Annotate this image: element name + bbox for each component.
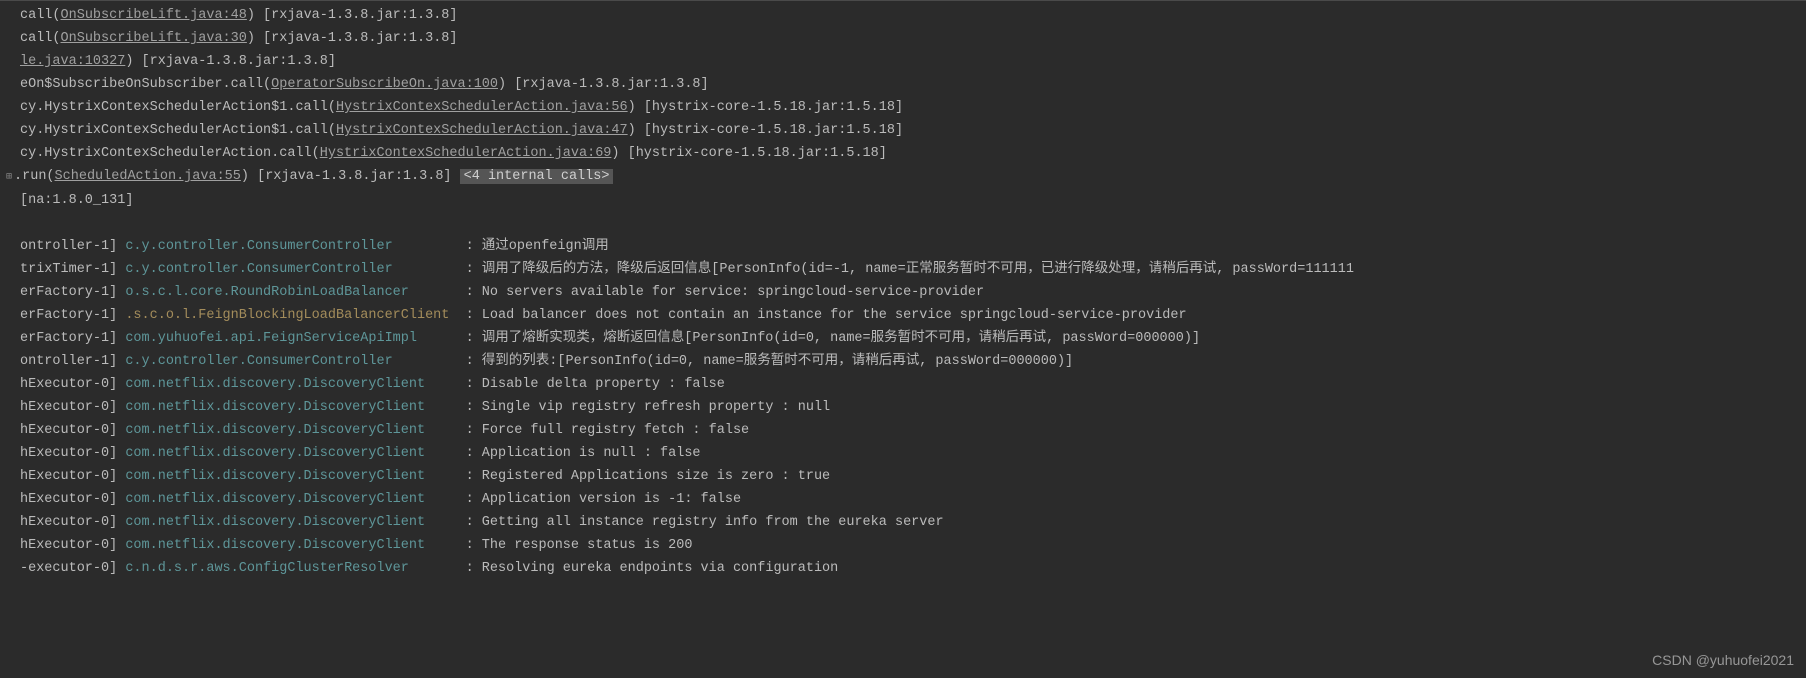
separator: : <box>466 377 482 392</box>
log-message: 调用了熔断实现类，熔断返回信息[PersonInfo(id=0, name=服务… <box>482 331 1200 346</box>
separator: : <box>466 561 482 576</box>
source-link[interactable]: OnSubscribeLift.java:48 <box>61 8 247 23</box>
thread-name: -executor-0] <box>20 561 125 576</box>
logger-name: c.y.controller.ConsumerController <box>125 354 465 369</box>
logger-name: com.netflix.discovery.DiscoveryClient <box>125 423 465 438</box>
separator: : <box>466 492 482 507</box>
logger-name: com.netflix.discovery.DiscoveryClient <box>125 469 465 484</box>
log-message: Registered Applications size is zero : t… <box>482 469 830 484</box>
logger-name: com.yuhuofei.api.FeignServiceApiImpl <box>125 331 465 346</box>
logger-name: o.s.c.l.core.RoundRobinLoadBalancer <box>125 285 465 300</box>
logger-name: com.netflix.discovery.DiscoveryClient <box>125 538 465 553</box>
logger-name: c.y.controller.ConsumerController <box>125 239 465 254</box>
stack-line: eOn$SubscribeOnSubscriber.call(OperatorS… <box>0 73 1806 96</box>
log-line: hExecutor-0] com.netflix.discovery.Disco… <box>0 419 1806 442</box>
thread-name: trixTimer-1] <box>20 262 125 277</box>
log-message: Resolving eureka endpoints via configura… <box>482 561 838 576</box>
thread-name: hExecutor-0] <box>20 538 125 553</box>
log-line: erFactory-1] o.s.c.l.core.RoundRobinLoad… <box>0 281 1806 304</box>
thread-name: ontroller-1] <box>20 239 125 254</box>
source-link[interactable]: le.java:10327 <box>20 54 125 69</box>
separator: : <box>466 331 482 346</box>
log-message: Load balancer does not contain an instan… <box>482 308 1187 323</box>
source-link[interactable]: ScheduledAction.java:55 <box>55 169 241 184</box>
log-line: -executor-0] c.n.d.s.r.aws.ConfigCluster… <box>0 557 1806 580</box>
log-line: ontroller-1] c.y.controller.ConsumerCont… <box>0 350 1806 373</box>
log-line: hExecutor-0] com.netflix.discovery.Disco… <box>0 465 1806 488</box>
thread-name: hExecutor-0] <box>20 423 125 438</box>
log-line: ontroller-1] c.y.controller.ConsumerCont… <box>0 235 1806 258</box>
log-message: 得到的列表:[PersonInfo(id=0, name=服务暂时不可用，请稍后… <box>482 354 1073 369</box>
log-message: Single vip registry refresh property : n… <box>482 400 830 415</box>
log-message: 调用了降级后的方法，降级后返回信息[PersonInfo(id=-1, name… <box>482 262 1354 277</box>
log-message: Disable delta property : false <box>482 377 725 392</box>
stack-line-collapsed: ⊞.run(ScheduledAction.java:55) [rxjava-1… <box>0 165 1806 189</box>
stack-line: le.java:10327) [rxjava-1.3.8.jar:1.3.8] <box>0 50 1806 73</box>
source-link[interactable]: HystrixContexSchedulerAction.java:56 <box>336 100 628 115</box>
thread-name: hExecutor-0] <box>20 400 125 415</box>
thread-name: erFactory-1] <box>20 285 125 300</box>
source-link[interactable]: HystrixContexSchedulerAction.java:47 <box>336 123 628 138</box>
separator: : <box>466 354 482 369</box>
stack-line: call(OnSubscribeLift.java:30) [rxjava-1.… <box>0 27 1806 50</box>
separator: : <box>466 515 482 530</box>
na-line: [na:1.8.0_131] <box>0 189 1806 212</box>
log-message: Getting all instance registry info from … <box>482 515 944 530</box>
log-line: hExecutor-0] com.netflix.discovery.Disco… <box>0 488 1806 511</box>
log-line: hExecutor-0] com.netflix.discovery.Disco… <box>0 534 1806 557</box>
stack-line: cy.HystrixContexSchedulerAction$1.call(H… <box>0 96 1806 119</box>
logger-name: com.netflix.discovery.DiscoveryClient <box>125 446 465 461</box>
separator: : <box>466 446 482 461</box>
logger-name: c.n.d.s.r.aws.ConfigClusterResolver <box>125 561 465 576</box>
separator: : <box>466 262 482 277</box>
stack-line: call(OnSubscribeLift.java:48) [rxjava-1.… <box>0 4 1806 27</box>
separator: : <box>466 469 482 484</box>
log-line: hExecutor-0] com.netflix.discovery.Disco… <box>0 396 1806 419</box>
separator: : <box>466 308 482 323</box>
log-line: hExecutor-0] com.netflix.discovery.Disco… <box>0 511 1806 534</box>
logger-name: com.netflix.discovery.DiscoveryClient <box>125 377 465 392</box>
thread-name: erFactory-1] <box>20 308 125 323</box>
source-link[interactable]: OperatorSubscribeOn.java:100 <box>271 77 498 92</box>
internal-calls-badge[interactable]: <4 internal calls> <box>460 169 614 184</box>
separator: : <box>466 285 482 300</box>
log-line: hExecutor-0] com.netflix.discovery.Disco… <box>0 373 1806 396</box>
csdn-watermark: CSDN @yuhuofei2021 <box>1652 649 1794 672</box>
log-message: Application is null : false <box>482 446 701 461</box>
logger-name: c.y.controller.ConsumerController <box>125 262 465 277</box>
log-line: erFactory-1] com.yuhuofei.api.FeignServi… <box>0 327 1806 350</box>
log-message: Application version is -1: false <box>482 492 741 507</box>
stack-line: cy.HystrixContexSchedulerAction.call(Hys… <box>0 142 1806 165</box>
thread-name: hExecutor-0] <box>20 515 125 530</box>
log-message: No servers available for service: spring… <box>482 285 984 300</box>
separator: : <box>466 423 482 438</box>
separator: : <box>466 239 482 254</box>
thread-name: hExecutor-0] <box>20 469 125 484</box>
source-link[interactable]: OnSubscribeLift.java:30 <box>61 31 247 46</box>
separator: : <box>466 400 482 415</box>
logger-name: com.netflix.discovery.DiscoveryClient <box>125 492 465 507</box>
log-line: trixTimer-1] c.y.controller.ConsumerCont… <box>0 258 1806 281</box>
thread-name: ontroller-1] <box>20 354 125 369</box>
logger-name: .s.c.o.l.FeignBlockingLoadBalancerClient <box>125 308 465 323</box>
separator: : <box>466 538 482 553</box>
logger-name: com.netflix.discovery.DiscoveryClient <box>125 400 465 415</box>
thread-name: hExecutor-0] <box>20 377 125 392</box>
stack-line: cy.HystrixContexSchedulerAction$1.call(H… <box>0 119 1806 142</box>
log-message: 通过openfeign调用 <box>482 239 609 254</box>
source-link[interactable]: HystrixContexSchedulerAction.java:69 <box>320 146 612 161</box>
blank-line <box>0 212 1806 235</box>
console-output: call(OnSubscribeLift.java:48) [rxjava-1.… <box>0 1 1806 580</box>
log-message: Force full registry fetch : false <box>482 423 749 438</box>
log-line: hExecutor-0] com.netflix.discovery.Disco… <box>0 442 1806 465</box>
log-line: erFactory-1] .s.c.o.l.FeignBlockingLoadB… <box>0 304 1806 327</box>
thread-name: erFactory-1] <box>20 331 125 346</box>
logger-name: com.netflix.discovery.DiscoveryClient <box>125 515 465 530</box>
thread-name: hExecutor-0] <box>20 446 125 461</box>
expand-icon[interactable]: ⊞ <box>6 172 12 183</box>
thread-name: hExecutor-0] <box>20 492 125 507</box>
log-message: The response status is 200 <box>482 538 693 553</box>
